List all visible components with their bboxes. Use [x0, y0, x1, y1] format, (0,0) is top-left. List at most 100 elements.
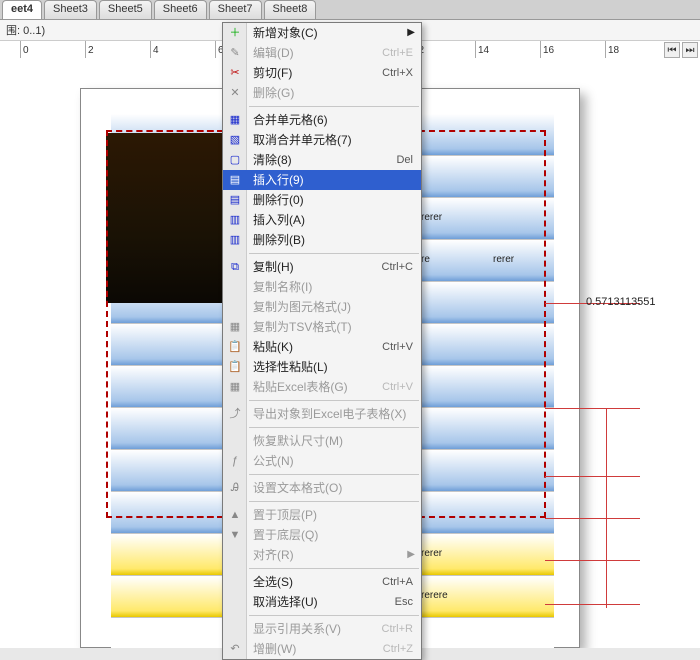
menu-delete-col[interactable]: ▥ 删除列(B)	[223, 230, 421, 250]
menu-label: 设置文本格式(O)	[253, 478, 413, 498]
menu-show-ref[interactable]: 显示引用关系(V) Ctrl+R	[223, 619, 421, 639]
menu-separator	[249, 615, 419, 616]
menu-cut[interactable]: ✂ 剪切(F) Ctrl+X	[223, 63, 421, 83]
menu-separator	[249, 501, 419, 502]
menu-label: 恢复默认尺寸(M)	[253, 431, 413, 451]
menu-insert-row[interactable]: ▤ 插入行(9)	[223, 170, 421, 190]
menu-label: 取消选择(U)	[253, 592, 395, 612]
menu-text-format[interactable]: Ꭿ 设置文本格式(O)	[223, 478, 421, 498]
menu-label: 粘贴Excel表格(G)	[253, 377, 382, 397]
tab-sheet5[interactable]: Sheet5	[99, 0, 152, 19]
scissors-icon: ✂	[227, 65, 243, 81]
tsv-icon: ▦	[227, 319, 243, 335]
menu-new-object[interactable]: ＋ 新增对象(C) ▶	[223, 23, 421, 43]
paste-icon: 📋	[227, 339, 243, 355]
menu-label: 公式(N)	[253, 451, 413, 471]
menu-label: 导出对象到Excel电子表格(X)	[253, 404, 413, 424]
menu-label: 删除行(0)	[253, 190, 413, 210]
menu-send-back[interactable]: ▼ 置于底层(Q)	[223, 525, 421, 545]
menu-shortcut: Ctrl+X	[382, 63, 413, 83]
merge-icon: ▦	[227, 112, 243, 128]
grid-line	[545, 560, 640, 561]
pencil-icon: ✎	[227, 45, 243, 61]
tab-sheet7[interactable]: Sheet7	[209, 0, 262, 19]
dark-fill-region	[106, 133, 224, 303]
menu-shortcut: Esc	[395, 592, 413, 612]
menu-label: 删除列(B)	[253, 230, 413, 250]
insert-row-icon: ▤	[227, 172, 243, 188]
menu-insert-col[interactable]: ▥ 插入列(A)	[223, 210, 421, 230]
menu-copy-name[interactable]: 复制名称(I)	[223, 277, 421, 297]
menu-restore-size[interactable]: 恢复默认尺寸(M)	[223, 431, 421, 451]
menu-label: 清除(8)	[253, 150, 396, 170]
menu-select-all[interactable]: 全选(S) Ctrl+A	[223, 572, 421, 592]
sheet-tabs: eet4 Sheet3 Sheet5 Sheet6 Sheet7 Sheet8	[0, 0, 700, 20]
cell-text: re	[421, 254, 430, 265]
tab-sheet6[interactable]: Sheet6	[154, 0, 207, 19]
grid-line	[606, 408, 607, 608]
menu-copy-as-image[interactable]: 复制为图元格式(J)	[223, 297, 421, 317]
menu-separator	[249, 106, 419, 107]
text-format-icon: Ꭿ	[227, 480, 243, 496]
menu-copy[interactable]: ⧉ 复制(H) Ctrl+C	[223, 257, 421, 277]
menu-label: 插入列(A)	[253, 210, 413, 230]
submenu-arrow-icon: ▶	[407, 23, 415, 43]
grid-line	[545, 518, 640, 519]
delete-row-icon: ▤	[227, 192, 243, 208]
menu-shortcut: Ctrl+A	[382, 572, 413, 592]
submenu-arrow-icon: ▶	[407, 545, 415, 565]
menu-label: 置于顶层(P)	[253, 505, 413, 525]
ruler-prev-button[interactable]: ⏮	[664, 42, 680, 58]
menu-label: 对齐(R)	[253, 545, 413, 565]
menu-label: 新增对象(C)	[253, 23, 413, 43]
cell-text: rerere	[421, 590, 448, 601]
menu-formula[interactable]: ƒ 公式(N)	[223, 451, 421, 471]
menu-shortcut: Ctrl+C	[382, 257, 413, 277]
menu-unmerge-cells[interactable]: ▧ 取消合并单元格(7)	[223, 130, 421, 150]
menu-label: 编辑(D)	[253, 43, 382, 63]
menu-paste-special[interactable]: 📋 选择性粘贴(L)	[223, 357, 421, 377]
menu-label: 置于底层(Q)	[253, 525, 413, 545]
menu-paste[interactable]: 📋 粘贴(K) Ctrl+V	[223, 337, 421, 357]
menu-align[interactable]: 对齐(R) ▶	[223, 545, 421, 565]
menu-copy-as-tsv[interactable]: ▦ 复制为TSV格式(T)	[223, 317, 421, 337]
menu-add-del[interactable]: ↶ 增删(W) Ctrl+Z	[223, 639, 421, 659]
menu-label: 显示引用关系(V)	[253, 619, 382, 639]
menu-clear[interactable]: ▢ 清除(8) Del	[223, 150, 421, 170]
delete-col-icon: ▥	[227, 232, 243, 248]
menu-shortcut: Ctrl+V	[382, 377, 413, 397]
unmerge-icon: ▧	[227, 132, 243, 148]
tab-sheet3[interactable]: Sheet3	[44, 0, 97, 19]
tab-sheet4[interactable]: eet4	[2, 0, 42, 19]
send-back-icon: ▼	[227, 527, 243, 543]
tab-sheet8[interactable]: Sheet8	[264, 0, 317, 19]
cell-text: rerer	[421, 548, 442, 559]
menu-label: 合并单元格(6)	[253, 110, 413, 130]
menu-label: 复制名称(I)	[253, 277, 413, 297]
menu-delete-row[interactable]: ▤ 删除行(0)	[223, 190, 421, 210]
menu-label: 复制为图元格式(J)	[253, 297, 413, 317]
insert-col-icon: ▥	[227, 212, 243, 228]
menu-label: 粘贴(K)	[253, 337, 382, 357]
menu-shortcut: Del	[396, 150, 413, 170]
cell-text: rerer	[493, 254, 514, 265]
menu-edit[interactable]: ✎ 编辑(D) Ctrl+E	[223, 43, 421, 63]
bring-front-icon: ▲	[227, 507, 243, 523]
menu-delete[interactable]: ✕ 删除(G)	[223, 83, 421, 103]
menu-paste-excel[interactable]: ▦ 粘贴Excel表格(G) Ctrl+V	[223, 377, 421, 397]
menu-bring-front[interactable]: ▲ 置于顶层(P)	[223, 505, 421, 525]
menu-label: 复制为TSV格式(T)	[253, 317, 413, 337]
plus-icon: ＋	[227, 25, 243, 41]
menu-merge-cells[interactable]: ▦ 合并单元格(6)	[223, 110, 421, 130]
menu-deselect[interactable]: 取消选择(U) Esc	[223, 592, 421, 612]
cell-text: rerer	[421, 212, 442, 223]
ruler-next-button[interactable]: ⏭	[682, 42, 698, 58]
export-icon: ⤴	[227, 406, 243, 422]
menu-shortcut: Ctrl+E	[382, 43, 413, 63]
undo-icon: ↶	[227, 641, 243, 657]
menu-export-excel[interactable]: ⤴ 导出对象到Excel电子表格(X)	[223, 404, 421, 424]
menu-shortcut: Ctrl+V	[382, 337, 413, 357]
menu-label: 增删(W)	[253, 639, 383, 659]
context-menu: ＋ 新增对象(C) ▶ ✎ 编辑(D) Ctrl+E ✂ 剪切(F) Ctrl+…	[222, 22, 422, 660]
menu-shortcut: Ctrl+Z	[383, 639, 413, 659]
